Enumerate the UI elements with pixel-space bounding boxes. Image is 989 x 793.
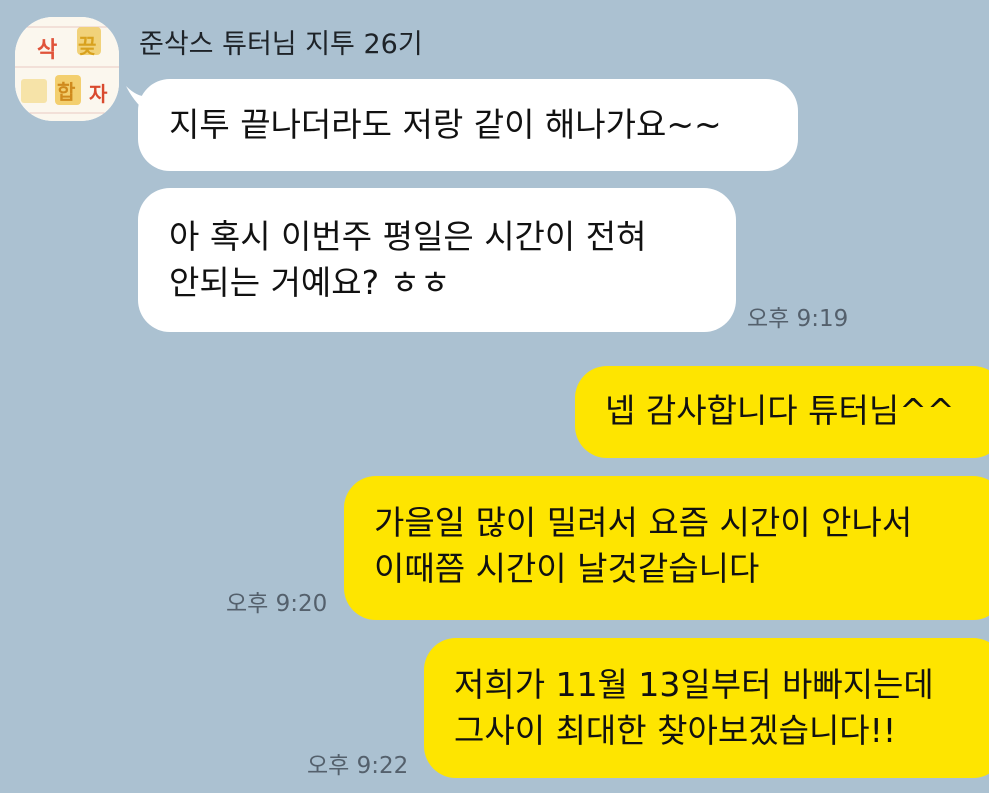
outgoing-message[interactable]: 넵 감사합니다 튜터님^^ (575, 366, 989, 458)
avatar-glyph: 자 (89, 82, 108, 106)
message-text: 지투 끝나더라도 저랑 같이 해나가요~~ (169, 105, 722, 144)
message-text: 안되는 거예요? ㅎㅎ (169, 263, 451, 302)
sender-name: 준삭스 튜터님 지투 26기 (139, 29, 423, 60)
incoming-message[interactable]: 아 혹시 이번주 평일은 시간이 전혀 안되는 거예요? ㅎㅎ (138, 188, 736, 332)
message-text: 이때쯤 시간이 날것같습니다 (374, 549, 760, 588)
sender-avatar[interactable]: 삭 끚 합 자 (15, 17, 119, 121)
message-timestamp: 오후 9:20 (226, 591, 328, 617)
incoming-message[interactable]: 지투 끝나더라도 저랑 같이 해나가요~~ (138, 79, 798, 171)
message-text: 그사이 최대한 찾아보겠습니다!! (454, 711, 897, 750)
outgoing-message[interactable]: 저희가 11월 13일부터 바빠지는데 그사이 최대한 찾아보겠습니다!! (424, 638, 989, 778)
avatar-glyph: 합 (57, 80, 76, 104)
avatar-glyph: 끚 (78, 34, 96, 58)
avatar-glyph: 삭 (37, 38, 57, 63)
message-text: 넵 감사합니다 튜터님^^ (605, 391, 955, 430)
message-timestamp: 오후 9:22 (307, 753, 409, 779)
message-text: 저희가 11월 13일부터 바빠지는데 (454, 665, 934, 704)
message-text: 가을일 많이 밀려서 요즘 시간이 안나서 (374, 503, 913, 542)
message-text: 아 혹시 이번주 평일은 시간이 전혀 (169, 217, 647, 256)
profile-photo-icon: 삭 끚 합 자 (15, 17, 119, 121)
message-timestamp: 오후 9:19 (747, 306, 849, 332)
outgoing-message[interactable]: 가을일 많이 밀려서 요즘 시간이 안나서 이때쯤 시간이 날것같습니다 (344, 476, 989, 620)
